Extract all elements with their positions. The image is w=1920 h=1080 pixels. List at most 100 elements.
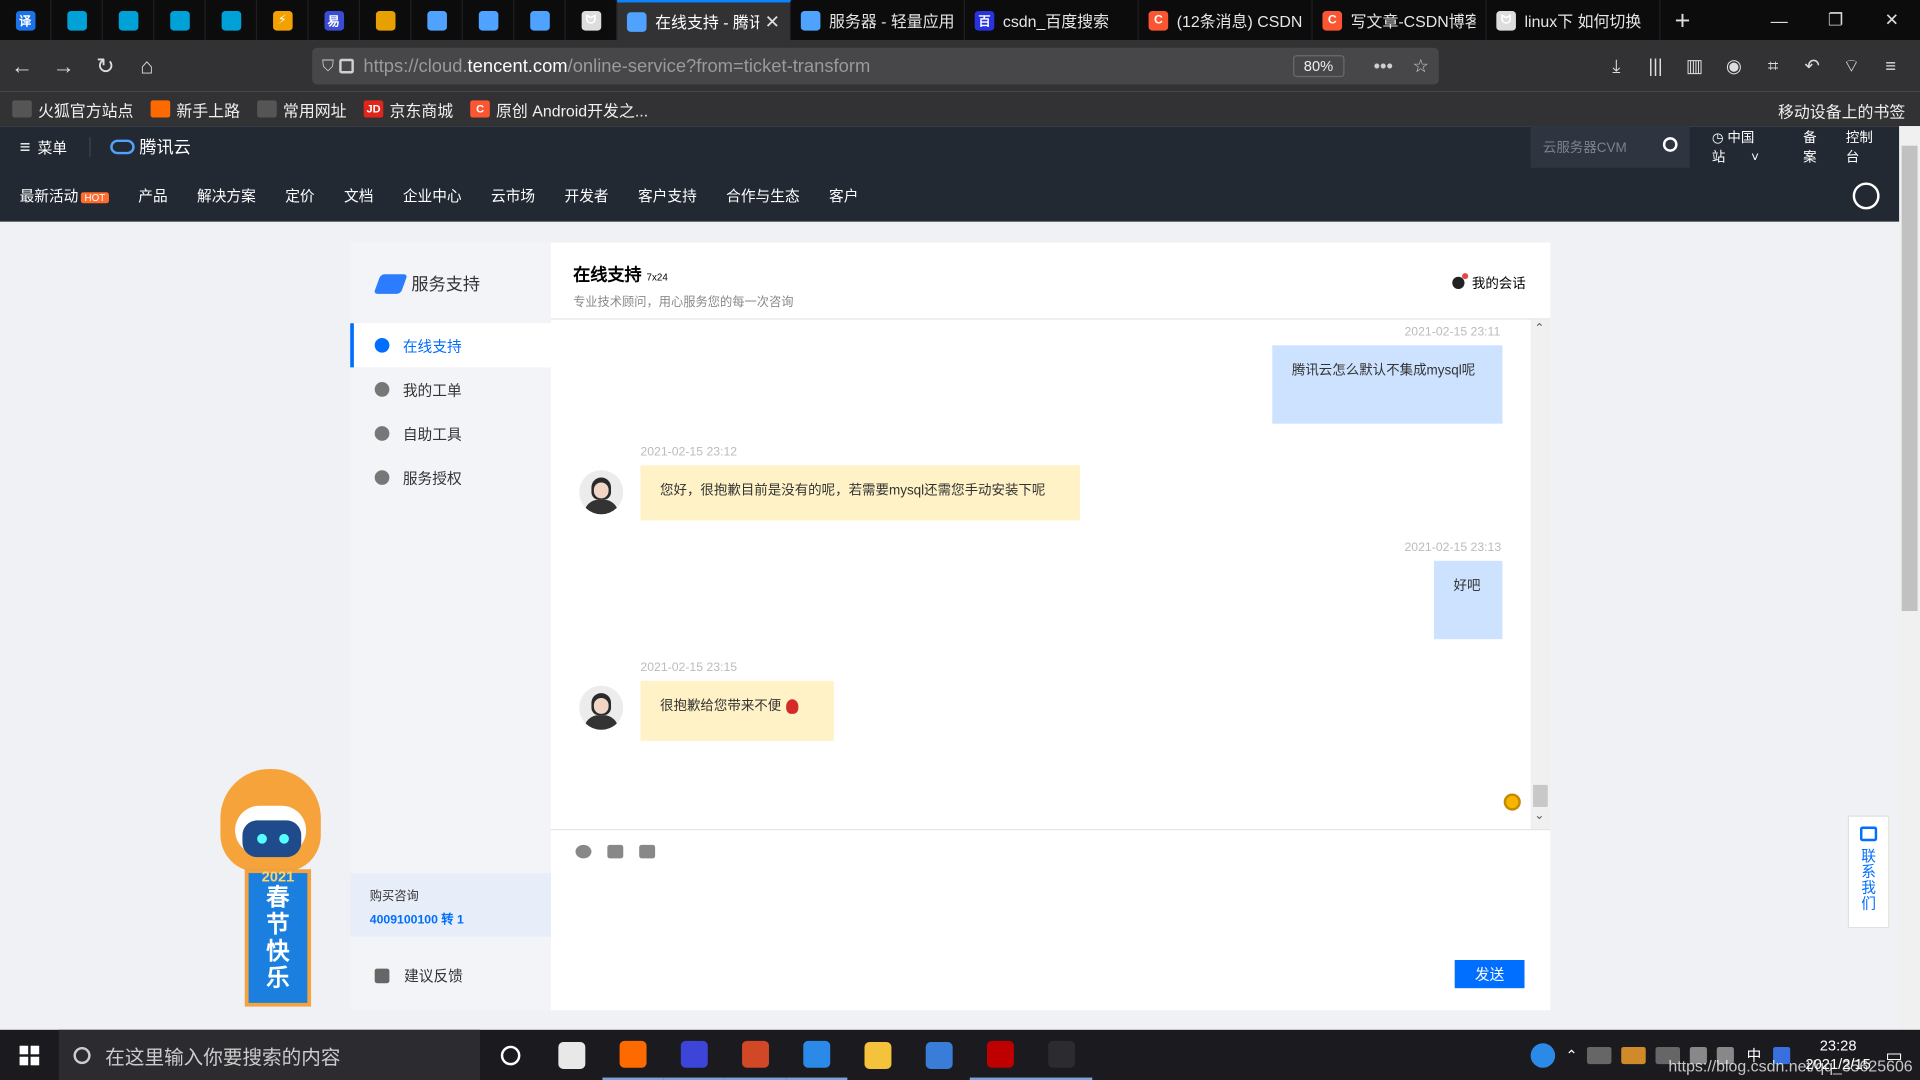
- pinned-tab[interactable]: [51, 0, 103, 41]
- url-bar[interactable]: ⛉ https://cloud.tencent.com/online-servi…: [312, 47, 1439, 85]
- user-message[interactable]: 腾讯云怎么默认不集成mysql呢: [1272, 345, 1503, 424]
- close-window-icon[interactable]: ✕: [1864, 0, 1920, 40]
- undo-icon[interactable]: ↶: [1793, 47, 1832, 86]
- pinned-tab[interactable]: ᗢ: [566, 0, 618, 41]
- site-nav-item[interactable]: 定价: [285, 184, 314, 205]
- bookmark-item[interactable]: C 原创 Android开发之...: [470, 97, 648, 120]
- browser-tab[interactable]: ᗢ linux下 如何切换: [1487, 0, 1661, 41]
- console-link[interactable]: 控制台: [1846, 127, 1877, 166]
- site-nav-item[interactable]: 开发者: [564, 184, 608, 205]
- account-icon[interactable]: ◉: [1714, 47, 1753, 86]
- bookmark-item[interactable]: 火狐官方站点: [12, 97, 133, 120]
- browser-tab[interactable]: 服务器 - 轻量应用: [791, 0, 965, 41]
- site-nav-item[interactable]: 客户支持: [638, 184, 697, 205]
- download-icon[interactable]: ⤓: [1597, 47, 1636, 86]
- pinned-tab[interactable]: [514, 0, 566, 41]
- scroll-down-icon[interactable]: ⌄: [1534, 809, 1544, 822]
- sidebar-item[interactable]: 我的工单: [350, 367, 551, 411]
- start-button[interactable]: [0, 1030, 59, 1080]
- library-icon[interactable]: |||: [1636, 47, 1675, 86]
- message-list[interactable]: 2021-02-15 23:11 腾讯云怎么默认不集成mysql呢 2021-02-…: [551, 320, 1531, 829]
- pinned-tab[interactable]: [463, 0, 515, 41]
- minimize-icon[interactable]: —: [1751, 0, 1807, 40]
- page-scrollbar[interactable]: [1899, 126, 1920, 1030]
- taskbar-app[interactable]: [1031, 1030, 1093, 1080]
- pinned-tab[interactable]: ⚡: [257, 0, 309, 41]
- site-nav-item[interactable]: 企业中心: [403, 184, 462, 205]
- contact-us-button[interactable]: 联 系 我 们: [1847, 815, 1890, 929]
- browser-tab[interactable]: C (12条消息) CSDN: [1139, 0, 1313, 41]
- region-selector[interactable]: ◷ 中国站 ˅: [1712, 127, 1781, 166]
- tray-app-icon[interactable]: [1587, 1046, 1612, 1064]
- pinned-tab[interactable]: [411, 0, 463, 41]
- user-message[interactable]: 好吧: [1433, 560, 1503, 640]
- site-nav-item[interactable]: 最新活动 HOT: [20, 184, 109, 205]
- search-icon[interactable]: [1662, 137, 1678, 152]
- taskbar-app[interactable]: [663, 1030, 725, 1080]
- pinned-tab[interactable]: [154, 0, 206, 41]
- screenshot-icon[interactable]: ⌗: [1753, 47, 1792, 86]
- show-hidden-icon[interactable]: ⌃: [1565, 1046, 1577, 1063]
- taskbar-app[interactable]: [602, 1030, 664, 1080]
- site-nav-item[interactable]: 解决方案: [197, 184, 256, 205]
- sidebar-item[interactable]: 自助工具: [350, 411, 551, 455]
- agent-message[interactable]: 您好，很抱歉目前是没有的呢，若需要mysql还需您手动安装下呢: [640, 465, 1081, 521]
- menu-icon[interactable]: ≡: [1871, 47, 1910, 86]
- tray-app-icon[interactable]: [1621, 1046, 1647, 1064]
- beian-link[interactable]: 备案: [1803, 127, 1824, 166]
- menu-label[interactable]: 菜单: [38, 137, 67, 158]
- bookmark-item[interactable]: JD 京东商城: [363, 97, 453, 120]
- flower-icon[interactable]: [1503, 793, 1521, 811]
- taskbar-app[interactable]: [909, 1030, 970, 1080]
- message-composer[interactable]: 发送: [551, 828, 1551, 1010]
- back-icon[interactable]: ←: [2, 47, 41, 86]
- folder-icon[interactable]: [639, 844, 656, 859]
- bookmark-star-icon[interactable]: ☆: [1413, 55, 1429, 77]
- sidebar-item[interactable]: 在线支持: [350, 323, 552, 368]
- menu-icon[interactable]: ≡: [20, 137, 31, 158]
- shield-icon[interactable]: ⛉: [322, 56, 334, 76]
- taskbar-app[interactable]: [724, 1030, 787, 1080]
- taskbar-app[interactable]: [786, 1030, 848, 1080]
- page-scrollbar-thumb[interactable]: [1901, 145, 1918, 612]
- taskbar-app[interactable]: [969, 1030, 1032, 1080]
- taskbar-app[interactable]: [541, 1030, 602, 1080]
- home-icon[interactable]: ⌂: [127, 47, 166, 86]
- feedback-button[interactable]: 建议反馈: [374, 965, 463, 986]
- site-nav-item[interactable]: 文档: [344, 184, 373, 205]
- zoom-level[interactable]: 80%: [1292, 55, 1345, 78]
- agent-message[interactable]: 很抱歉给您带来不便: [640, 680, 834, 741]
- pinned-tab[interactable]: 易: [309, 0, 361, 41]
- image-icon[interactable]: [607, 844, 624, 859]
- mobile-bookmarks[interactable]: 移动设备上的书签: [1778, 99, 1905, 122]
- taskbar-app[interactable]: [480, 1030, 541, 1080]
- purchase-consult[interactable]: 购买咨询 4009100100 转 1: [350, 873, 552, 937]
- page-actions-icon[interactable]: •••: [1374, 56, 1393, 77]
- chat-scrollbar-thumb[interactable]: [1533, 784, 1548, 807]
- site-nav-item[interactable]: 合作与生态: [726, 184, 799, 205]
- pinned-tab[interactable]: 译: [0, 0, 52, 41]
- site-nav-item[interactable]: 客户: [829, 184, 858, 205]
- extension-icon[interactable]: ⌔: [1832, 47, 1871, 86]
- browser-tab[interactable]: 在线支持 - 腾讯 ✕: [617, 0, 792, 41]
- brand-logo[interactable]: 腾讯云: [89, 137, 191, 157]
- sidebar-item[interactable]: 服务授权: [350, 456, 551, 500]
- forward-icon[interactable]: →: [44, 47, 83, 86]
- help-icon[interactable]: [1531, 1042, 1556, 1068]
- my-sessions-button[interactable]: 我的会话: [1452, 273, 1526, 293]
- new-tab-button[interactable]: +: [1660, 0, 1704, 40]
- browser-tab[interactable]: C 写文章-CSDN博客: [1313, 0, 1487, 41]
- chat-scrollbar[interactable]: ⌃ ⌄: [1530, 319, 1551, 829]
- lock-icon[interactable]: [338, 58, 354, 74]
- bookmark-item[interactable]: 常用网址: [257, 97, 347, 120]
- scroll-up-icon[interactable]: ⌃: [1534, 322, 1544, 335]
- pinned-tab[interactable]: [360, 0, 412, 41]
- site-search-input[interactable]: 云服务器CVM: [1530, 126, 1690, 168]
- sidebar-icon[interactable]: ▥: [1675, 47, 1714, 86]
- taskbar-app[interactable]: [847, 1030, 908, 1080]
- restore-icon[interactable]: ❐: [1807, 0, 1863, 40]
- spring-festival-mascot[interactable]: 2021 春 节 快 乐: [216, 768, 329, 1009]
- close-tab-icon[interactable]: ✕: [765, 10, 780, 33]
- pinned-tab[interactable]: [206, 0, 258, 41]
- taskbar-search[interactable]: 在这里输入你要搜索的内容: [58, 1029, 481, 1080]
